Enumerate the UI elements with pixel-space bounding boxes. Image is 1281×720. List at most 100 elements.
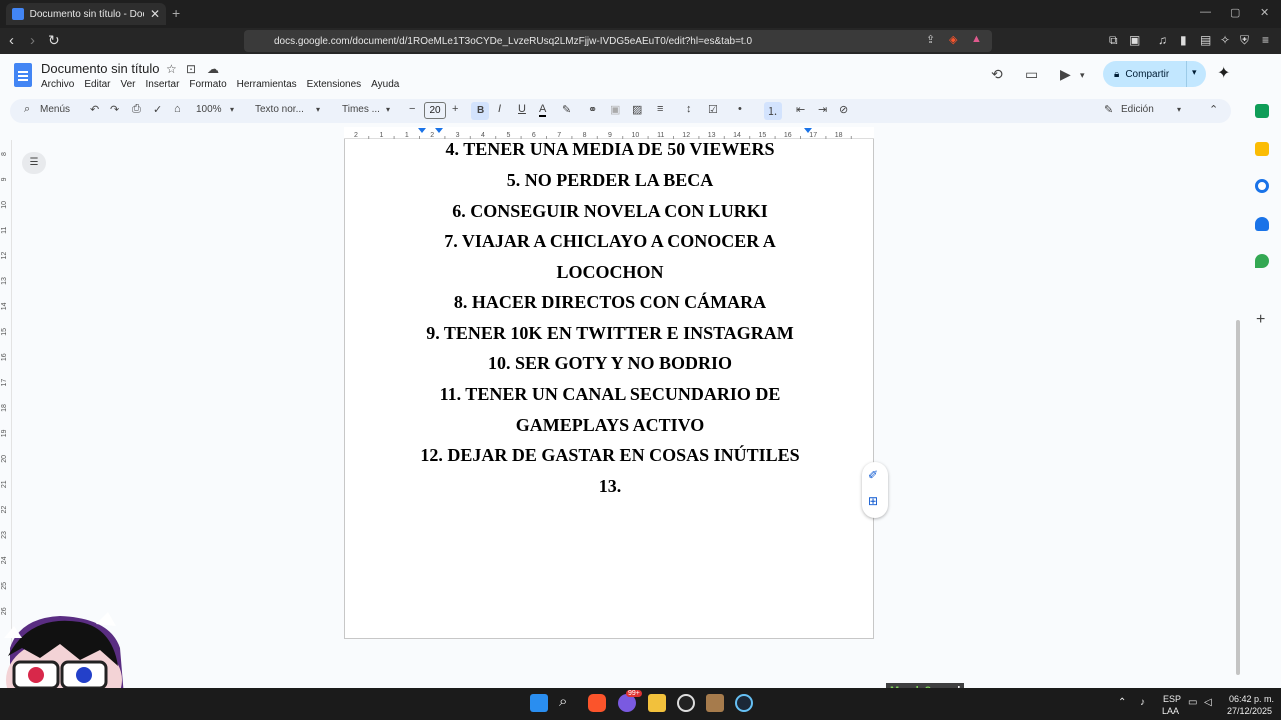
style-dropdown-icon[interactable]: ▾: [316, 105, 320, 114]
brave-shield-icon[interactable]: ◈: [949, 33, 957, 46]
left-indent-marker[interactable]: [418, 128, 426, 133]
collapse-toolbar-icon[interactable]: ⌃: [1209, 103, 1218, 116]
menu-formato[interactable]: Formato: [189, 79, 226, 90]
forward-icon[interactable]: ›: [30, 32, 35, 49]
calendar-icon[interactable]: [1255, 104, 1269, 118]
list-item[interactable]: 13.: [345, 476, 875, 497]
github-icon[interactable]: [677, 694, 695, 712]
list-item[interactable]: 11. TENER UN CANAL SECUNDARIO DE: [345, 384, 875, 405]
comments-icon[interactable]: ▭: [1025, 66, 1038, 83]
meet-icon[interactable]: ▶: [1060, 66, 1071, 83]
paint-format-icon[interactable]: ⌂: [174, 103, 181, 115]
list-item[interactable]: GAMEPLAYS ACTIVO: [345, 415, 875, 436]
search-icon[interactable]: ⌕: [24, 103, 30, 116]
cloud-status-icon[interactable]: ☁: [207, 62, 219, 76]
new-tab-button[interactable]: +: [172, 5, 180, 21]
menu-herramientas[interactable]: Herramientas: [237, 79, 297, 90]
clock-time[interactable]: 06:42 p. m.: [1229, 694, 1274, 704]
mic-icon[interactable]: ♪: [1140, 697, 1145, 708]
tasks-icon[interactable]: [1255, 179, 1269, 193]
list-item[interactable]: 9. TENER 10K EN TWITTER E INSTAGRAM: [345, 323, 875, 344]
reload-icon[interactable]: ↻: [48, 32, 60, 49]
add-addon-icon[interactable]: +: [1256, 311, 1265, 329]
checklist-icon[interactable]: ☑: [708, 103, 718, 116]
link-icon[interactable]: ⚭: [588, 103, 597, 116]
document-page[interactable]: 4. TENER UNA MEDIA DE 50 VIEWERS 5. NO P…: [344, 139, 874, 639]
list-item[interactable]: 12. DEJAR DE GASTAR EN COSAS INÚTILES: [345, 445, 875, 466]
undo-icon[interactable]: ↶: [90, 103, 99, 116]
highlight-icon[interactable]: ✎: [562, 103, 571, 116]
style-select[interactable]: Texto nor...: [255, 104, 304, 115]
text-color-icon[interactable]: A: [539, 103, 547, 117]
menu-archivo[interactable]: Archivo: [41, 79, 74, 90]
extension-icon[interactable]: ⧉: [1109, 33, 1118, 48]
decrease-indent-icon[interactable]: ⇤: [796, 103, 805, 116]
zoom-select[interactable]: 100%: [196, 104, 222, 115]
meet-dropdown-icon[interactable]: ▾: [1080, 70, 1085, 81]
sidebar-icon[interactable]: ▮: [1180, 33, 1187, 47]
edit-mode-icon[interactable]: ✎: [1104, 103, 1113, 116]
menu-insertar[interactable]: Insertar: [146, 79, 180, 90]
move-folder-icon[interactable]: ⊡: [186, 62, 196, 76]
language-layout[interactable]: LAA: [1162, 706, 1179, 716]
list-item[interactable]: 7. VIAJAR A CHICLAYO A CONOCER A: [345, 231, 875, 252]
font-dropdown-icon[interactable]: ▾: [386, 105, 390, 114]
increase-font-icon[interactable]: +: [452, 103, 458, 115]
decrease-font-icon[interactable]: −: [409, 103, 415, 115]
underline-icon[interactable]: U: [518, 103, 526, 115]
leo-ai-icon[interactable]: ✧: [1220, 33, 1230, 47]
search-taskbar-icon[interactable]: ⌕: [559, 693, 567, 710]
menu-ver[interactable]: Ver: [120, 79, 135, 90]
mode-select[interactable]: Edición: [1121, 104, 1154, 115]
keep-icon[interactable]: [1255, 142, 1269, 156]
add-comment-icon[interactable]: ⊞: [868, 494, 878, 508]
italic-icon[interactable]: I: [498, 103, 501, 115]
mode-dropdown-icon[interactable]: ▾: [1177, 105, 1181, 114]
window-close-icon[interactable]: ✕: [1260, 6, 1269, 19]
url-text[interactable]: docs.google.com/document/d/1ROeMLe1T3oCY…: [274, 36, 752, 47]
vertical-ruler[interactable]: 8 9 10 11 12 13 14 15 16 17 18 19 20 21 22 23 24 25 26: [0, 140, 12, 688]
first-line-indent-marker[interactable]: [435, 128, 443, 133]
list-item[interactable]: 5. NO PERDER LA BECA: [345, 170, 875, 191]
app-box-icon[interactable]: [706, 694, 724, 712]
vpn-icon[interactable]: ⛨: [1240, 33, 1249, 48]
scrollbar[interactable]: [1236, 320, 1240, 675]
menu-extensiones[interactable]: Extensiones: [307, 79, 361, 90]
network-icon[interactable]: ▭: [1188, 697, 1197, 708]
tray-expand-icon[interactable]: ⌃: [1118, 697, 1126, 708]
wallet-icon[interactable]: ▤: [1200, 33, 1211, 47]
menu-editar[interactable]: Editar: [84, 79, 110, 90]
font-size-input[interactable]: 20: [424, 102, 446, 119]
close-tab-icon[interactable]: ✕: [150, 7, 160, 21]
list-item[interactable]: 10. SER GOTY Y NO BODRIO: [345, 353, 875, 374]
maximize-icon[interactable]: ▢: [1230, 6, 1240, 19]
share-page-icon[interactable]: ⇪: [926, 33, 935, 46]
list-item[interactable]: 4. TENER UNA MEDIA DE 50 VIEWERS: [345, 139, 875, 160]
bullet-list-icon[interactable]: •: [738, 103, 742, 115]
browser-menu-icon[interactable]: ≡: [1262, 33, 1269, 47]
steam-icon[interactable]: [735, 694, 753, 712]
font-select[interactable]: Times ...: [342, 104, 380, 115]
brave-rewards-icon[interactable]: ▲: [971, 33, 982, 45]
list-item[interactable]: 8. HACER DIRECTOS CON CÁMARA: [345, 292, 875, 313]
help-me-write-icon[interactable]: ✐: [868, 468, 878, 482]
menus-search[interactable]: Menús: [40, 104, 70, 115]
gemini-icon[interactable]: ✦: [1217, 63, 1230, 83]
numbered-list-icon[interactable]: ⒈: [767, 103, 778, 119]
spellcheck-icon[interactable]: ✓: [153, 103, 162, 116]
horizontal-ruler[interactable]: 2 1 1 2 3 4 5 6 7 8 9 10 11 12 13 14 15 16 17 18: [344, 127, 874, 140]
star-icon[interactable]: ☆: [166, 62, 177, 76]
line-spacing-icon[interactable]: ↕: [686, 103, 692, 115]
docs-logo-icon[interactable]: [14, 63, 32, 87]
brave-icon[interactable]: [588, 694, 606, 712]
contacts-icon[interactable]: [1255, 217, 1269, 231]
document-title[interactable]: Documento sin título: [41, 61, 160, 76]
list-item[interactable]: 6. CONSEGUIR NOVELA CON LURKI: [345, 201, 875, 222]
media-icon[interactable]: ♫: [1158, 33, 1167, 47]
increase-indent-icon[interactable]: ⇥: [818, 103, 827, 116]
align-icon[interactable]: ≡: [657, 103, 663, 115]
minimize-icon[interactable]: —: [1200, 6, 1211, 18]
start-icon[interactable]: [530, 694, 548, 712]
menu-ayuda[interactable]: Ayuda: [371, 79, 399, 90]
browser-tab[interactable]: Documento sin título - Docume ✕: [6, 3, 166, 25]
